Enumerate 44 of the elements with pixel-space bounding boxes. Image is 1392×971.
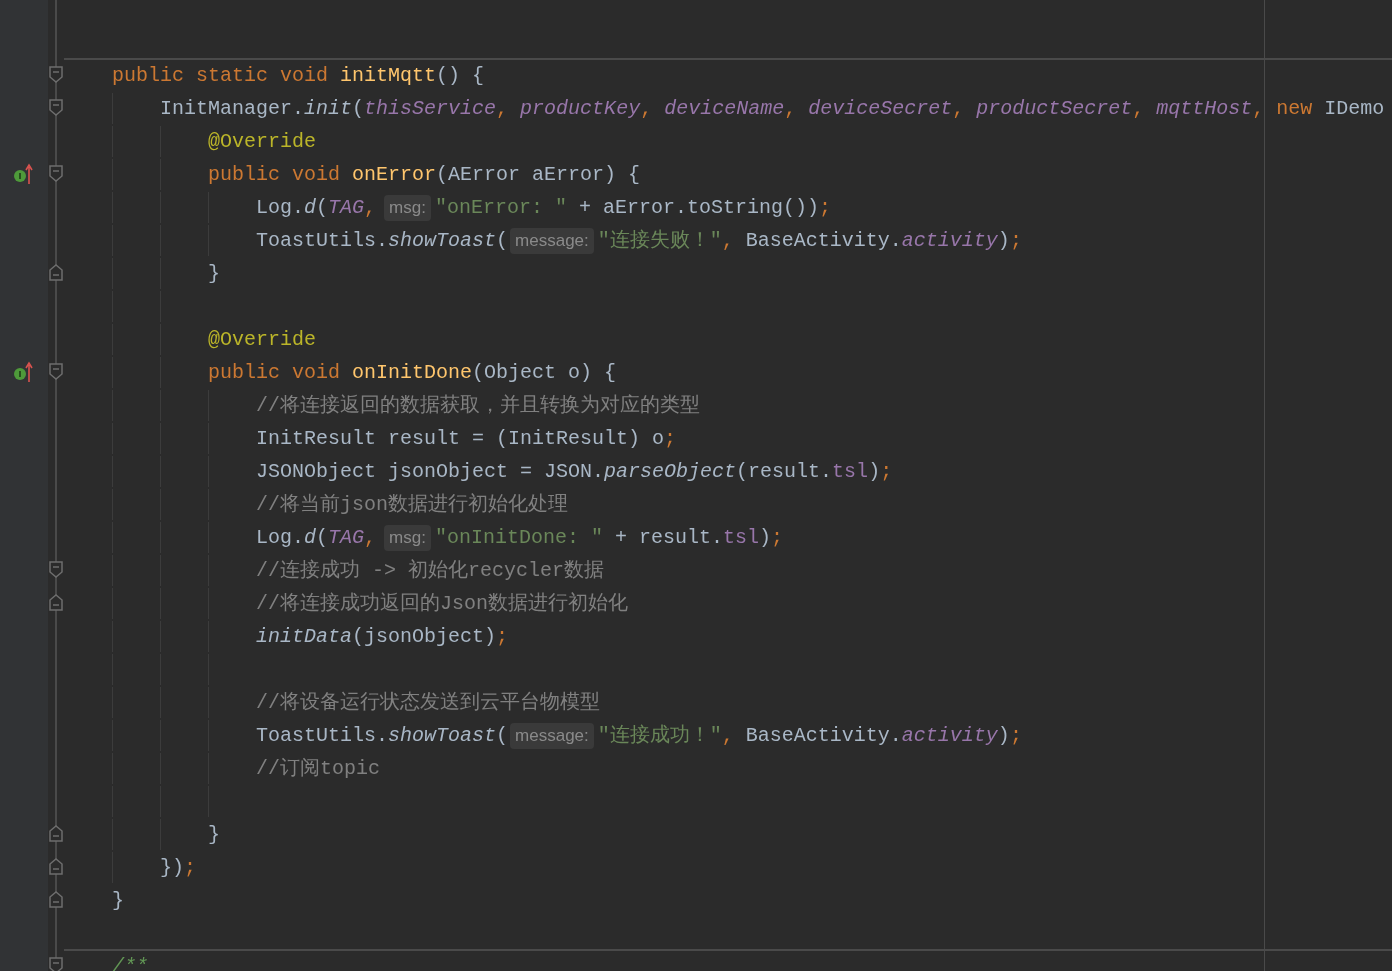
code-text: "连接失败！", BaseActivity.activity);: [597, 228, 1022, 254]
fold-icon[interactable]: [49, 363, 63, 380]
unfold-icon[interactable]: [49, 891, 63, 908]
parameter-hint: message:: [510, 722, 594, 749]
code-text: ToastUtils.showToast(: [256, 723, 509, 749]
unfold-icon[interactable]: [49, 594, 63, 611]
code-text: @Override: [208, 327, 317, 353]
implement-marker-icon[interactable]: [13, 360, 35, 383]
code-text: //订阅topic: [256, 756, 380, 782]
code-text: //将当前json数据进行初始化处理: [256, 492, 568, 518]
code-text: @Override: [208, 129, 317, 155]
code-text: InitManager.init(thisService, productKey, deviceName, deviceSecret, productSecret, mqttHost, new IDemo: [160, 96, 1385, 122]
code-text: //连接成功 -> 初始化recycler数据: [256, 558, 605, 584]
code-text: initData(jsonObject);: [256, 624, 509, 650]
implement-marker-icon[interactable]: [13, 162, 35, 185]
code-text: Log.d(TAG,: [256, 525, 377, 551]
code-text: });: [160, 855, 197, 881]
unfold-icon[interactable]: [49, 858, 63, 875]
code-text: "onError: " + aError.toString());: [434, 195, 831, 221]
code-text: //将连接返回的数据获取，并且转换为对应的类型: [256, 393, 700, 419]
code-text: "onInitDone: " + result.tsl);: [434, 525, 784, 551]
code-text: public void onInitDone(Object o) {: [208, 360, 617, 386]
code-text: "连接成功！", BaseActivity.activity);: [597, 723, 1022, 749]
code-text: }: [208, 261, 220, 287]
code-text: }: [112, 888, 124, 914]
code-text: public static void initMqtt() {: [112, 63, 485, 89]
parameter-hint: msg:: [384, 524, 431, 551]
code-text: ToastUtils.showToast(: [256, 228, 509, 254]
parameter-hint: msg:: [384, 194, 431, 221]
fold-icon[interactable]: [49, 99, 63, 116]
code-text: //将连接成功返回的Json数据进行初始化: [256, 591, 628, 617]
code-text: InitResult result = (InitResult) o;: [256, 426, 677, 452]
fold-icon[interactable]: [49, 561, 63, 578]
code-text: Log.d(TAG,: [256, 195, 377, 221]
parameter-hint: message:: [510, 227, 594, 254]
code-text: public void onError(AError aError) {: [208, 162, 641, 188]
fold-icon[interactable]: [49, 165, 63, 182]
code-text: }: [208, 822, 220, 848]
fold-icon[interactable]: [49, 66, 63, 83]
unfold-icon[interactable]: [49, 825, 63, 842]
unfold-icon[interactable]: [49, 264, 63, 281]
code-text: JSONObject jsonObject = JSON.parseObject(result.tsl);: [256, 459, 893, 485]
code-text: //将设备运行状态发送到云平台物模型: [256, 690, 600, 716]
fold-icon[interactable]: [49, 957, 63, 971]
